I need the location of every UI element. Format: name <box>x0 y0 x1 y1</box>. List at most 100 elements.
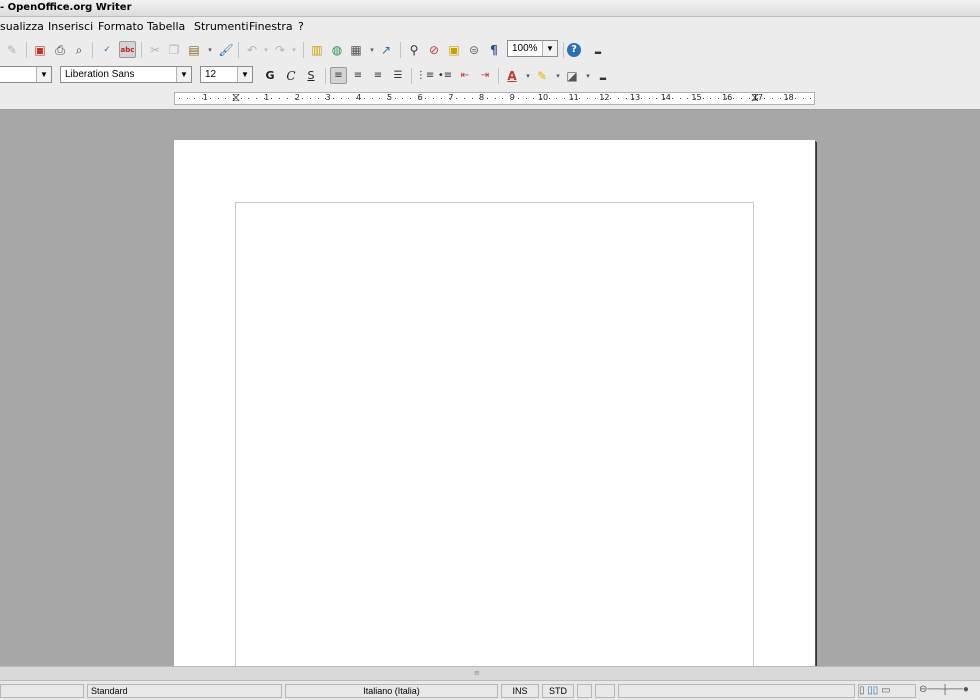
digital-signature-field[interactable] <box>595 684 615 698</box>
ruler-label: 10 <box>537 93 549 102</box>
ruler-tick <box>771 98 773 99</box>
chevron-down-icon[interactable]: ▾ <box>580 68 596 84</box>
page-number-field[interactable] <box>0 684 84 698</box>
decrease-indent-icon[interactable]: ⇤ <box>457 68 473 84</box>
ruler-tick <box>356 98 358 99</box>
zoom-slider[interactable]: ⊖──┼──● <box>919 684 980 698</box>
bullets-icon[interactable]: •≡ <box>437 68 453 84</box>
menu-tabella[interactable]: Tabella <box>147 17 185 37</box>
font-size-value: 12 <box>205 69 217 80</box>
ruler-tick <box>664 98 666 99</box>
help-icon[interactable]: ? <box>567 43 581 57</box>
ruler-tick <box>463 98 465 99</box>
italic-button[interactable]: C <box>283 68 299 84</box>
ruler-label: 15 <box>691 93 702 102</box>
toolbar-overflow-icon[interactable]: ▂ <box>595 68 611 84</box>
ruler-tick <box>479 98 481 99</box>
ruler-tick <box>271 98 273 99</box>
zoom-combo[interactable]: 100% ▼ <box>507 40 558 57</box>
ruler-label: 2 <box>294 93 300 102</box>
ruler-tick <box>617 98 619 99</box>
cut-icon[interactable]: ✂ <box>147 42 163 58</box>
status-bar: Standard Italiano (Italia) INS STD ▯ ▯▯ … <box>0 680 980 700</box>
ruler-tick <box>787 98 789 99</box>
ruler-tick <box>579 98 581 99</box>
chevron-down-icon[interactable]: ▼ <box>176 67 191 82</box>
align-left-icon[interactable]: ≡ <box>330 67 347 84</box>
zoom-slider-knob-icon[interactable]: ● <box>963 684 969 695</box>
ruler-tick <box>440 98 442 99</box>
chevron-down-icon[interactable]: ▼ <box>36 67 51 82</box>
menu-finestra[interactable]: Finestra <box>249 17 293 37</box>
selection-mode-field[interactable]: STD <box>542 684 574 698</box>
gallery-icon[interactable]: ▣ <box>446 42 462 58</box>
language-field[interactable]: Italiano (Italia) <box>285 684 498 698</box>
highlighting-icon[interactable]: ✎ <box>534 68 550 84</box>
clone-formatting-icon[interactable]: 🖌 <box>218 42 234 58</box>
multi-page-view-icon[interactable]: ▯▯ <box>867 685 878 696</box>
scrollbar-grip-icon[interactable]: ≡ <box>474 670 480 677</box>
align-right-icon[interactable]: ≡ <box>370 68 386 84</box>
zoom-slider-track[interactable]: ──┼── <box>927 684 962 695</box>
font-color-icon[interactable]: A <box>504 68 520 84</box>
chevron-down-icon[interactable]: ▾ <box>286 42 302 58</box>
underline-button[interactable]: S <box>303 68 319 84</box>
ruler-tick <box>263 98 265 99</box>
chevron-down-icon[interactable]: ▼ <box>542 41 557 56</box>
ruler-tick <box>202 98 204 99</box>
ruler-tick <box>302 98 304 99</box>
menu-strumenti[interactable]: Strumenti <box>194 17 249 37</box>
bold-button[interactable]: G <box>262 68 278 84</box>
navigator-compass-icon[interactable]: ⊘ <box>426 42 442 58</box>
window-title: - OpenOffice.org Writer <box>0 0 980 17</box>
increase-indent-icon[interactable]: ⇥ <box>477 68 493 84</box>
chevron-down-icon[interactable]: ▾ <box>202 42 218 58</box>
ruler-tick <box>710 98 712 99</box>
export-pdf-icon[interactable]: ▣ <box>32 42 48 58</box>
autospellcheck-icon[interactable]: abc <box>119 41 136 58</box>
menu-inserisci[interactable]: Inserisci <box>48 17 93 37</box>
horizontal-ruler[interactable]: ⧖ ⧖ 1 1 2 3 4 5 6 7 8 9 10 11 12 13 14 15 16 17 18 <box>174 91 815 105</box>
menu-visualizza[interactable]: sualizza <box>0 17 44 37</box>
ruler-tick <box>748 98 750 99</box>
paragraph-style-combo[interactable]: ▼ <box>0 66 52 83</box>
print-icon[interactable]: ⎙ <box>52 42 68 58</box>
ruler-tick <box>540 98 542 99</box>
edit-file-icon[interactable]: ✎ <box>4 42 20 58</box>
ruler-tick <box>471 98 473 99</box>
data-sources-icon[interactable]: ⊜ <box>466 42 482 58</box>
page-style-field[interactable]: Standard <box>87 684 282 698</box>
find-replace-icon[interactable]: ⚲ <box>406 42 422 58</box>
font-size-combo[interactable]: 12 ▼ <box>200 66 253 83</box>
paste-icon[interactable]: ▤ <box>186 42 202 58</box>
formatting-marks-icon[interactable]: ¶ <box>486 42 502 58</box>
navigator-icon[interactable]: ◍ <box>329 42 345 58</box>
ruler-tick <box>348 98 350 99</box>
ruler-tick <box>795 98 796 99</box>
horizontal-scrollbar[interactable]: ≡ <box>0 666 980 680</box>
menu-help[interactable]: ? <box>298 17 304 37</box>
show-draw-functions-icon[interactable]: ↗ <box>378 42 394 58</box>
justify-icon[interactable]: ☰ <box>390 68 406 84</box>
copy-icon[interactable]: ❐ <box>166 42 182 58</box>
align-center-icon[interactable]: ≡ <box>350 68 366 84</box>
single-page-view-icon[interactable]: ▯ <box>859 685 865 696</box>
spellcheck-icon[interactable]: ✓ <box>99 42 115 58</box>
ruler-label: 16 <box>722 93 733 102</box>
chevron-down-icon[interactable]: ▼ <box>237 67 252 82</box>
menu-formato[interactable]: Formato <box>98 17 144 37</box>
background-color-icon[interactable]: ◪ <box>564 68 580 84</box>
ruler-tick <box>217 98 219 99</box>
table-icon[interactable]: ▦ <box>348 42 364 58</box>
book-view-icon[interactable]: ▭ <box>881 685 890 696</box>
indent-marker-icon[interactable]: ⧖ <box>232 91 240 103</box>
page-preview-icon[interactable]: ⌕ <box>71 42 87 58</box>
ruler-tick <box>371 98 373 99</box>
document-page[interactable] <box>174 140 815 680</box>
hyperlink-icon[interactable]: ▥ <box>309 42 325 58</box>
toolbar-overflow-icon[interactable]: ▂ <box>590 42 606 58</box>
numbering-icon[interactable]: ⋮≡ <box>416 68 434 84</box>
text-area-boundary[interactable] <box>235 202 754 673</box>
insert-mode-field[interactable]: INS <box>501 684 539 698</box>
font-name-combo[interactable]: Liberation Sans ▼ <box>60 66 192 83</box>
